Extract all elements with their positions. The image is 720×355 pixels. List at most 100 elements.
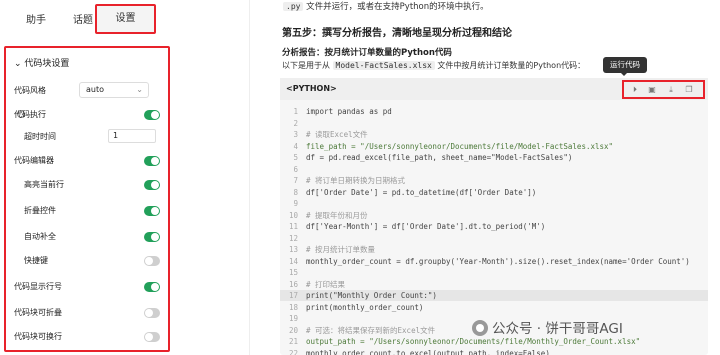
settings-sidebar: 助手 话题 设置 ⌄ 代码块设置 代码风格 auto ⌄ 代码执行? 超时时间 1 代码编辑…	[0, 0, 250, 355]
line-number: 2	[293, 118, 298, 128]
sidebar-tabs: 助手 话题 设置	[0, 0, 250, 38]
toggle-switch[interactable]	[144, 180, 160, 190]
code-text: output_path = "/Users/sonnyleonor/Docume…	[306, 337, 641, 346]
line-number: 8	[293, 187, 298, 197]
wechat-icon	[472, 320, 488, 336]
panel-header[interactable]: ⌄ 代码块设置	[14, 56, 69, 69]
code-text: print("Monthly Order Count:")	[306, 291, 437, 300]
code-line: 2	[280, 118, 708, 129]
report-description: 以下是用于从 Model-FactSales.xlsx 文件中按月统计订单数量的…	[282, 61, 586, 70]
setting-row: 超时时间 1	[14, 129, 164, 144]
setting-row: 折叠控件	[14, 204, 164, 218]
line-number: 12	[288, 233, 298, 243]
code-text: # 将订单日期转换为日期格式	[306, 176, 406, 185]
code-toolbar: ⏵ ▣ ⤓ ❐	[622, 80, 705, 99]
code-line: 8 df['Order Date'] = pd.to_datetime(df['O…	[280, 187, 708, 198]
setting-label: 代码编辑器	[14, 156, 54, 165]
setting-row: 代码编辑器	[14, 154, 164, 168]
inline-code: .py	[283, 2, 304, 11]
code-text: # 打印结果	[306, 279, 346, 289]
tab-topics[interactable]: 话题	[73, 11, 93, 26]
run-code-tooltip: 运行代码	[603, 57, 647, 76]
code-style-select[interactable]: auto ⌄	[79, 82, 149, 98]
article-text: 文件并运行，或者在支持Python的环境中执行。	[306, 2, 489, 12]
code-line: 22 monthly_order_count.to_excel(output_pa…	[280, 348, 708, 355]
code-line: 11 df['Year-Month'] = df['Order Date'].dt…	[280, 221, 708, 232]
toggle-switch[interactable]	[144, 156, 160, 166]
chevron-down-icon: ⌄	[136, 85, 143, 94]
code-line: 17 print("Monthly Order Count:")	[280, 290, 708, 301]
setting-label: 代码执行	[14, 110, 46, 119]
code-line: 21 output_path = "/Users/sonnyleonor/Docu…	[280, 336, 708, 347]
toggle-switch[interactable]	[144, 308, 160, 318]
line-number: 19	[288, 314, 298, 323]
setting-label: 代码块可折叠	[14, 308, 62, 317]
watermark: 公众号 · 饼干哥哥AGI	[472, 317, 623, 337]
setting-row: 代码块可换行	[14, 330, 164, 344]
code-language-label: <PYTHON>	[286, 84, 337, 93]
line-number: 20	[288, 325, 298, 335]
setting-label: 代码风格	[14, 86, 46, 95]
setting-label: 高亮当前行	[24, 180, 64, 189]
setting-row: 高亮当前行	[14, 178, 164, 192]
setting-row: 代码风格 auto ⌄	[14, 82, 164, 98]
line-number: 4	[293, 141, 298, 151]
download-icon[interactable]: ⤓	[666, 85, 676, 95]
code-text: print(monthly_order_count)	[306, 302, 424, 312]
panel-title: 代码块设置	[24, 59, 70, 69]
toggle-switch[interactable]	[144, 332, 160, 342]
toggle-switch[interactable]	[144, 256, 160, 266]
setting-row: 自动补全	[14, 230, 164, 244]
code-line: 6	[280, 164, 708, 175]
code-line: 18 print(monthly_order_count)	[280, 302, 708, 313]
play-icon[interactable]: ⏵	[630, 85, 640, 95]
inline-code-filename: Model-FactSales.xlsx	[332, 61, 435, 70]
line-number: 21	[288, 337, 298, 346]
setting-label: 折叠控件	[24, 206, 56, 215]
setting-label: 快捷键	[24, 256, 48, 265]
setting-label: 超时时间	[24, 132, 56, 141]
timeout-input[interactable]: 1	[108, 129, 156, 143]
code-line: 13 # 按月统计订单数量	[280, 244, 708, 255]
code-text: file_path = "/Users/sonnyleonor/Document…	[306, 141, 614, 151]
line-number: 15	[288, 268, 298, 277]
line-number: 22	[288, 348, 298, 355]
toggle-switch[interactable]	[144, 206, 160, 216]
code-text: import pandas as pd	[306, 107, 392, 116]
line-number: 3	[293, 130, 298, 139]
code-text: df['Year-Month'] = df['Order Date'].dt.t…	[306, 222, 546, 231]
code-block: <PYTHON> ⏵ ▣ ⤓ ❐ 1 import pandas as pd 2 3 #…	[280, 78, 708, 355]
setting-row: 代码显示行号	[14, 280, 164, 294]
code-block-settings-panel: ⌄ 代码块设置 代码风格 auto ⌄ 代码执行? 超时时间 1 代码编辑器 高亮当前行 折叠控…	[4, 46, 170, 352]
step-heading: 第五步：撰写分析报告，清晰地呈现分析过程和结论	[282, 28, 512, 39]
line-number: 17	[288, 291, 298, 300]
line-number: 13	[288, 245, 298, 254]
setting-row: 快捷键	[14, 254, 164, 268]
toggle-switch[interactable]	[144, 110, 160, 120]
line-number: 18	[288, 302, 298, 312]
tab-assistant[interactable]: 助手	[26, 11, 46, 26]
code-text: df['Order Date'] = pd.to_datetime(df['Or…	[306, 187, 537, 197]
code-line: 4 file_path = "/Users/sonnyleonor/Documen…	[280, 141, 708, 152]
code-line: 7 # 将订单日期转换为日期格式	[280, 175, 708, 186]
setting-label: 自动补全	[24, 232, 56, 241]
line-number: 5	[293, 153, 298, 162]
setting-label: 代码块可换行	[14, 332, 62, 341]
line-number: 6	[293, 164, 298, 174]
code-line: 1 import pandas as pd	[280, 106, 708, 117]
toggle-switch[interactable]	[144, 232, 160, 242]
setting-row: 代码块可折叠	[14, 306, 164, 320]
code-text: monthly_order_count.to_excel(output_path…	[306, 348, 550, 355]
copy-icon[interactable]: ❐	[684, 85, 694, 95]
report-title: 分析报告：按月统计订单数量的Python代码	[282, 48, 452, 58]
line-number: 11	[288, 222, 298, 231]
code-text: df = pd.read_excel(file_path, sheet_name…	[306, 153, 573, 162]
article-line: .py 文件并运行，或者在支持Python的环境中执行。	[283, 0, 489, 12]
chevron-down-icon: ⌄	[14, 59, 22, 69]
save-icon[interactable]: ▣	[647, 85, 657, 95]
setting-label: 代码显示行号	[14, 282, 62, 291]
line-number: 16	[288, 279, 298, 289]
tab-settings[interactable]: 设置	[95, 4, 156, 34]
line-number: 9	[293, 199, 298, 208]
toggle-switch[interactable]	[144, 282, 160, 292]
